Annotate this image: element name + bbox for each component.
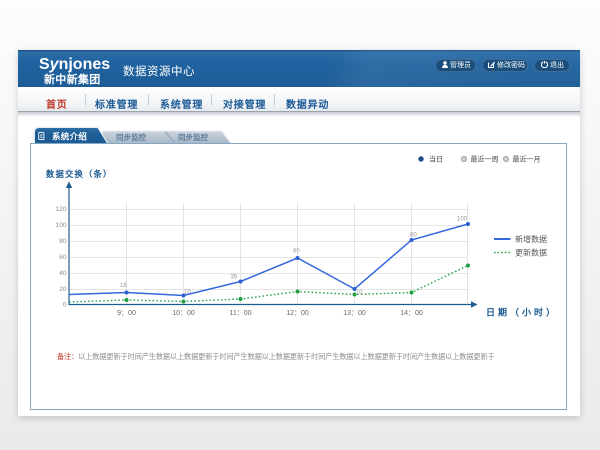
svg-text:当日: 当日 xyxy=(429,155,443,164)
svg-text:40: 40 xyxy=(59,270,67,277)
svg-text:系统介绍: 系统介绍 xyxy=(52,132,87,142)
svg-text:10: 10 xyxy=(184,290,191,296)
svg-text:新增数据: 新增数据 xyxy=(515,234,547,244)
svg-text:最近一月: 最近一月 xyxy=(513,155,541,164)
svg-text:日期（小时）: 日期（小时） xyxy=(486,307,558,318)
svg-text:60: 60 xyxy=(293,249,300,255)
svg-text:100: 100 xyxy=(457,217,468,223)
svg-text:20: 20 xyxy=(59,286,67,293)
svg-text:100: 100 xyxy=(56,222,67,229)
svg-text:80: 80 xyxy=(410,233,417,239)
svg-text:同步监控: 同步监控 xyxy=(116,132,146,142)
svg-text:备注：以上数据更新于时间产生数据以上数据更新于时间产生数据以: 备注：以上数据更新于时间产生数据以上数据更新于时间产生数据以上数据更新于时间产生… xyxy=(57,352,495,361)
svg-text:18: 18 xyxy=(120,283,127,289)
svg-text:120: 120 xyxy=(56,206,67,213)
svg-text:10: 10 xyxy=(356,290,363,296)
svg-text:12：00: 12：00 xyxy=(286,310,309,317)
svg-text:14：00: 14：00 xyxy=(400,310,423,317)
svg-text:更新数据: 更新数据 xyxy=(515,248,547,258)
svg-text:0: 0 xyxy=(63,302,67,309)
svg-text:10：00: 10：00 xyxy=(172,310,195,317)
svg-text:9：00: 9：00 xyxy=(117,310,136,317)
svg-text:13：00: 13：00 xyxy=(343,310,366,317)
svg-text:最近一周: 最近一周 xyxy=(471,155,499,164)
svg-text:80: 80 xyxy=(59,238,67,245)
svg-text:数据交换（条）: 数据交换（条） xyxy=(46,169,112,179)
svg-text:11：00: 11：00 xyxy=(229,310,251,317)
svg-text:60: 60 xyxy=(59,254,67,261)
svg-text:同步监控: 同步监控 xyxy=(178,132,208,142)
svg-text:35: 35 xyxy=(231,275,238,281)
